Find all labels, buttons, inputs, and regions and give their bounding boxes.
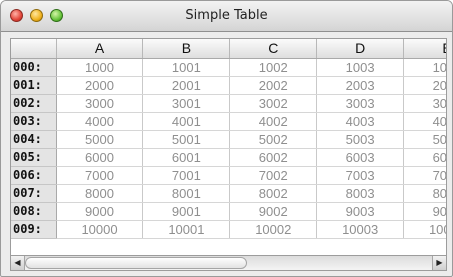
table-row[interactable]: 005:60006001600260036004 [11,148,446,167]
table-cell[interactable]: 3000 [56,94,144,113]
table-cell[interactable]: 1000 [56,58,144,77]
table-cell[interactable]: 8000 [56,184,144,203]
column-header-b[interactable]: B [142,39,231,59]
data-table: A B C D E 000:10001001100210031004001:20… [11,39,446,239]
table-cell[interactable]: 5001 [142,130,231,149]
table-row[interactable]: 003:40004001400240034004 [11,112,446,131]
row-header[interactable]: 002: [11,94,57,113]
table-cell[interactable]: 6003 [316,148,405,167]
table-cell[interactable]: 4003 [316,112,405,131]
simple-table-window: Simple Table A B C D E 000:1000100110021… [0,0,453,277]
column-header-c[interactable]: C [229,39,318,59]
table-cell[interactable]: 6004 [403,148,446,167]
table-cell[interactable]: 1002 [229,58,318,77]
header-row: A B C D E [11,39,446,59]
table-cell[interactable]: 7001 [142,166,231,185]
table-row[interactable]: 004:50005001500250035004 [11,130,446,149]
row-header[interactable]: 001: [11,76,57,95]
row-header[interactable]: 005: [11,148,57,167]
table-grid[interactable]: A B C D E 000:10001001100210031004001:20… [10,38,447,256]
table-cell[interactable]: 2001 [142,76,231,95]
table-cell[interactable]: 8001 [142,184,231,203]
column-header-e[interactable]: E [403,39,446,59]
row-header[interactable]: 009: [11,220,57,239]
table-cell[interactable]: 10002 [229,220,318,239]
table-cell[interactable]: 2003 [316,76,405,95]
scroll-thumb[interactable] [25,257,247,269]
table-cell[interactable]: 4002 [229,112,318,131]
table-row[interactable]: 002:30003001300230033004 [11,94,446,113]
table-cell[interactable]: 5002 [229,130,318,149]
row-header[interactable]: 006: [11,166,57,185]
table-cell[interactable]: 10000 [56,220,144,239]
row-header[interactable]: 003: [11,112,57,131]
table-cell[interactable]: 3001 [142,94,231,113]
table-cell[interactable]: 10003 [316,220,405,239]
table-cell[interactable]: 6001 [142,148,231,167]
table-cell[interactable]: 4004 [403,112,446,131]
table-cell[interactable]: 2004 [403,76,446,95]
table-cell[interactable]: 9003 [316,202,405,221]
table-cell[interactable]: 3004 [403,94,446,113]
table-cell[interactable]: 8002 [229,184,318,203]
table-cell[interactable]: 5000 [56,130,144,149]
table-cell[interactable]: 3003 [316,94,405,113]
table-cell[interactable]: 7003 [316,166,405,185]
table-cell[interactable]: 7002 [229,166,318,185]
table-cell[interactable]: 7004 [403,166,446,185]
table-cell[interactable]: 6002 [229,148,318,167]
table-cell[interactable]: 2000 [56,76,144,95]
table-cell[interactable]: 1003 [316,58,405,77]
table-cell[interactable]: 8004 [403,184,446,203]
table-cell[interactable]: 9004 [403,202,446,221]
table-cell[interactable]: 3002 [229,94,318,113]
table-cell[interactable]: 8003 [316,184,405,203]
table-cell[interactable]: 5004 [403,130,446,149]
horizontal-scrollbar[interactable]: ◀ ▶ [10,256,447,271]
row-header[interactable]: 008: [11,202,57,221]
table-cell[interactable]: 1001 [142,58,231,77]
scroll-left-icon[interactable]: ◀ [11,256,25,270]
table-cell[interactable]: 10004 [403,220,446,239]
window-title: Simple Table [185,8,268,23]
title-bar[interactable]: Simple Table [1,1,452,32]
scroll-right-icon[interactable]: ▶ [432,256,446,270]
table-row[interactable]: 006:70007001700270037004 [11,166,446,185]
corner-header [11,39,57,59]
table-cell[interactable]: 9000 [56,202,144,221]
column-header-a[interactable]: A [56,39,144,59]
table-row[interactable]: 007:80008001800280038004 [11,184,446,203]
row-header[interactable]: 004: [11,130,57,149]
table-row[interactable]: 008:90009001900290039004 [11,202,446,221]
table-cell[interactable]: 10001 [142,220,231,239]
row-header[interactable]: 000: [11,58,57,77]
table-cell[interactable]: 9001 [142,202,231,221]
table-cell[interactable]: 2002 [229,76,318,95]
table-cell[interactable]: 6000 [56,148,144,167]
table-cell[interactable]: 1004 [403,58,446,77]
row-header[interactable]: 007: [11,184,57,203]
table-row[interactable]: 001:20002001200220032004 [11,76,446,95]
table-cell[interactable]: 9002 [229,202,318,221]
table-row[interactable]: 000:10001001100210031004 [11,58,446,77]
table-row[interactable]: 009:1000010001100021000310004 [11,220,446,239]
column-header-d[interactable]: D [316,39,405,59]
table-cell[interactable]: 7000 [56,166,144,185]
table-cell[interactable]: 4001 [142,112,231,131]
table-cell[interactable]: 4000 [56,112,144,131]
table-cell[interactable]: 5003 [316,130,405,149]
